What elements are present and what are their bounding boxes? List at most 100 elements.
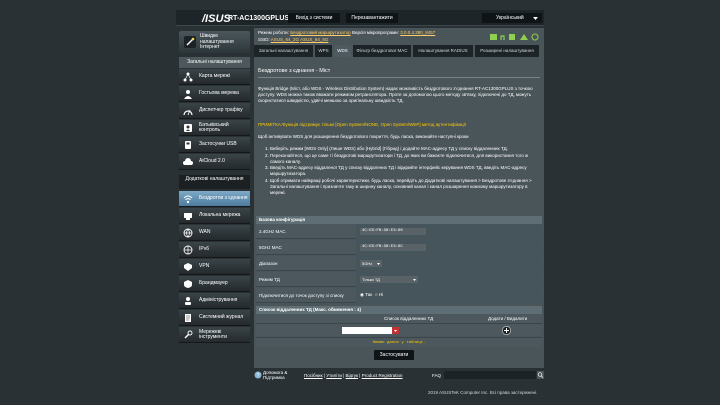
faq-search-input[interactable] [444, 371, 536, 379]
reboot-button[interactable]: Перезавантажити [346, 13, 398, 23]
tab-wps[interactable]: WPS [315, 45, 332, 57]
guest-network-icon [184, 90, 192, 99]
footer-link-feedback[interactable]: Відгук [346, 373, 359, 378]
ssid-2g[interactable]: ASUS_64_2G [271, 37, 299, 42]
remote-ap-input[interactable] [342, 327, 392, 334]
tabs: Загальні налаштування WPS WDS Фільтр без… [254, 45, 544, 57]
sidebar-item-wan[interactable]: WAN [179, 225, 250, 241]
usb-icon [185, 141, 191, 149]
add-icon[interactable] [502, 326, 511, 335]
band-select[interactable]: 5GHz [360, 260, 382, 267]
mac-5g-row: 5GHz MAC 4C:ED:FB:36:E3:6C [256, 240, 542, 255]
sidebar-item-wireless[interactable]: Бездротов з єднання [179, 191, 250, 207]
tab-general[interactable]: Загальні налаштування [254, 45, 313, 57]
language-label: Український [496, 15, 524, 21]
op-mode-label: Режим роботи: [258, 30, 289, 35]
ap-mode-row: Режим ТД Тільки ТД [256, 272, 542, 287]
language-select[interactable]: Український [482, 13, 542, 23]
mac-24g-label: 2.4GHz MAC [259, 229, 286, 234]
remote-ap-dropdown-button[interactable] [392, 327, 399, 334]
sidebar-item-administration[interactable]: Адміністрування [179, 293, 250, 309]
title-divider [258, 77, 540, 78]
asus-logo: /ISUS [202, 13, 231, 25]
sidebar: Швидке налаштування Інтернет Загальні на… [176, 28, 252, 368]
sidebar-item-label: AiCloud 2.0 [199, 158, 225, 165]
sidebar-item-vpn[interactable]: VPN [179, 259, 250, 275]
radio-yes[interactable]: ◉ Так [360, 292, 372, 298]
content-area: Бездротове з єднання - Міст Функція Brid… [254, 58, 544, 368]
log-icon [185, 314, 191, 322]
general-settings-header: Загальні налаштування [179, 57, 250, 68]
ipv6-icon [183, 245, 193, 255]
network-map-icon [183, 72, 193, 82]
sidebar-item-label: Мережеві інструменти [199, 328, 227, 340]
apply-button[interactable]: Застосувати [374, 350, 414, 360]
tab-radius[interactable]: Налаштування RADIUS [413, 45, 473, 57]
help-icon: ? [254, 371, 262, 379]
qis-wand-icon [184, 36, 196, 48]
traffic-manager-icon [183, 109, 193, 116]
page-title: Бездротове з єднання - Міст [258, 68, 331, 74]
chevron-down-icon [377, 262, 380, 265]
step-item: Щоб отримати найкращі робочі характерист… [270, 178, 536, 196]
chevron-down-icon [533, 17, 538, 20]
firmware-label: Версія мікропрограми: [351, 30, 399, 35]
intro-text: Функція Bridge (Міст, або WDS - Wireless… [258, 86, 533, 103]
footer-link-utilities[interactable]: Утиліти [326, 373, 342, 378]
chevron-down-icon [413, 278, 416, 281]
op-mode-link[interactable]: Бездротовий маршрутизатор [290, 30, 351, 35]
sync-status-icon [531, 33, 539, 41]
tab-professional[interactable]: Розширені налаштування [475, 45, 539, 57]
search-icon[interactable] [537, 371, 544, 379]
status-bar: Режим роботи: Бездротовий маршрутизатор … [254, 28, 544, 45]
sidebar-item-label: Брандмауер [199, 280, 228, 287]
footer-links: Посібник | Утиліти | Відгук | Product Re… [304, 373, 403, 378]
ssid-5g[interactable]: ASUS_64_5G [300, 37, 328, 42]
col-add-remove: Додати / Видалити [488, 316, 528, 321]
sidebar-item-usb-apps[interactable]: Застосунки USB [179, 137, 250, 153]
band-row: Діапазон 5GHz [256, 256, 542, 271]
tools-icon [184, 330, 193, 339]
sidebar-item-aicloud[interactable]: AiCloud 2.0 [179, 154, 250, 170]
sidebar-item-traffic-manager[interactable]: Диспетчер трафіку [179, 103, 250, 119]
footer-link-manual[interactable]: Посібник [304, 373, 323, 378]
ap-mode-select[interactable]: Тільки ТД [360, 276, 418, 283]
connect-aps-row: Підключитися до точок доступу зі списку … [256, 288, 542, 303]
remote-ap-list-header: Список віддаленних ТД (Макс. обмеження :… [256, 306, 542, 314]
mac-24g-row: 2.4GHz MAC 4C:ED:FB:36:E3:60 [256, 224, 542, 239]
main-panel: Режим роботи: Бездротовий маршрутизатор … [254, 28, 544, 368]
radio-yes-label: Так [365, 292, 373, 297]
copyright: 2019 ASUSTeK Computer Inc. Всі права зас… [428, 390, 538, 395]
sidebar-item-system-log[interactable]: Системний журнал [179, 310, 250, 326]
sidebar-item-firewall[interactable]: Брандмауер [179, 276, 250, 292]
radio-no-label: Ні [378, 292, 384, 297]
sidebar-item-lan[interactable]: Локальна мережа [179, 208, 250, 224]
logout-button[interactable]: Вихід з системи [288, 13, 340, 23]
sidebar-item-ipv6[interactable]: IPv6 [179, 242, 250, 258]
sidebar-item-network-tools[interactable]: Мережеві інструменти [179, 327, 250, 343]
sidebar-item-parental-control[interactable]: Батьківський контроль [179, 120, 250, 136]
tab-wds[interactable]: WDS [334, 45, 351, 57]
sidebar-item-label: Системний журнал [199, 314, 244, 321]
sidebar-item-network-map[interactable]: Карта мережі [179, 69, 250, 85]
sidebar-item-guest-network[interactable]: Гостьова мережа [179, 86, 250, 102]
footer-link-registration[interactable]: Product Registration [362, 373, 403, 378]
sidebar-item-label: Локальна мережа [199, 212, 241, 219]
step-item: Переконайтеся, що це саме ті бездротові … [270, 153, 536, 165]
mac-24g-value: 4C:ED:FB:36:E3:60 [360, 228, 426, 235]
help-support-label[interactable]: Допомога & Підтримка [263, 370, 297, 381]
tab-mac-filter[interactable]: Фільтр бездротової MAC [353, 45, 411, 57]
band-label: Діапазон [259, 261, 278, 266]
sidebar-item-label: VPN [199, 263, 210, 270]
note-text: ПРИМІТКА:Функція підтримує тільки [Open … [258, 122, 466, 127]
top-bar: /ISUS RT-AC1300GPLUS Вихід з системи Пер… [176, 10, 544, 26]
quick-internet-setup-button[interactable]: Швидке налаштування Інтернет [179, 31, 250, 53]
firmware-link[interactable]: 3.0.0.4.380_8457 [400, 30, 435, 35]
wireless-icon [183, 195, 193, 204]
connect-aps-label: Підключитися до точок доступу зі списку [259, 293, 344, 298]
step-item: Виберіть режим [WDS Only] (Лише WDS) або… [270, 146, 536, 152]
admin-icon [185, 297, 191, 305]
router-admin-frame: /ISUS RT-AC1300GPLUS Вихід з системи Пер… [176, 10, 544, 395]
radio-no[interactable]: ○ Ні [375, 292, 383, 297]
footer: ? Допомога & Підтримка Посібник | Утиліт… [254, 370, 544, 381]
